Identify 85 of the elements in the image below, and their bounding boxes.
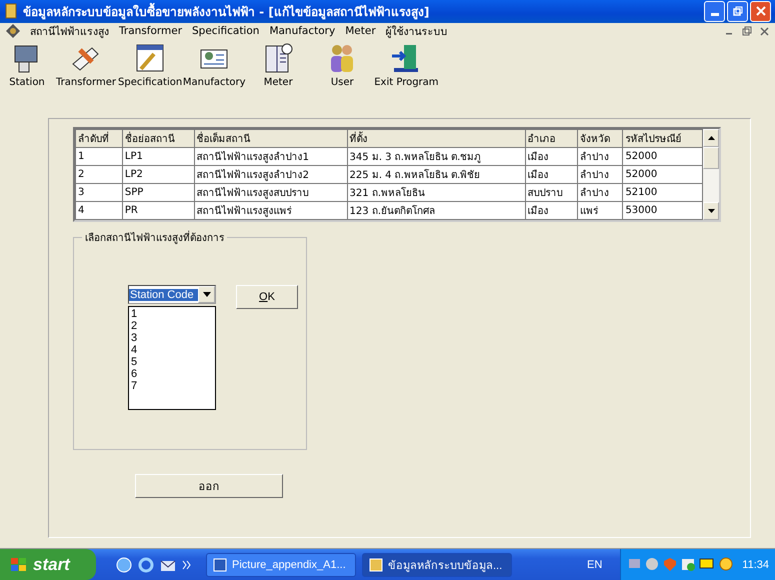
- close-icon[interactable]: [760, 26, 769, 36]
- restore-button[interactable]: [727, 0, 748, 22]
- toolbar-button[interactable]: Exit Program: [374, 42, 439, 88]
- table-cell: ลำปาง: [577, 166, 623, 184]
- restore-icon: [732, 6, 742, 16]
- restore-icon[interactable]: [742, 26, 752, 36]
- table-cell: เมือง: [525, 166, 578, 184]
- dropdown-option[interactable]: 5: [131, 356, 213, 368]
- table-cell: สบปราบ: [525, 184, 578, 202]
- window-title: ข้อมูลหลักระบบข้อมูลใบซื้อขายพลังงานไฟฟ้า - [แก้ไขข้อมูลสถานีไฟฟ้าแรงสูง]: [23, 2, 430, 21]
- up-arrow-icon: [708, 136, 714, 140]
- column-header[interactable]: ชื่อย่อสถานี: [122, 130, 194, 148]
- column-header[interactable]: อำเภอ: [525, 130, 578, 148]
- scrollbar[interactable]: [703, 129, 719, 220]
- minimize-button[interactable]: [704, 0, 725, 22]
- windows-flag-icon: [10, 556, 28, 572]
- table-cell: 2: [76, 166, 122, 184]
- taskbar-button[interactable]: ข้อมูลหลักระบบข้อมูล...: [362, 552, 512, 576]
- table-cell: เมือง: [525, 148, 578, 166]
- document-icon: [369, 558, 383, 572]
- clock: 11:34: [742, 558, 769, 570]
- column-header[interactable]: รหัสไปรษณีย์: [622, 130, 702, 148]
- group-label: เลือกสถานีไฟฟ้าแรงสูงที่ต้องการ: [82, 230, 227, 245]
- column-header[interactable]: จังหวัด: [577, 130, 623, 148]
- column-header[interactable]: ชื่อเต็มสถานี: [194, 130, 348, 148]
- toolbar-button[interactable]: Specification: [118, 42, 182, 88]
- close-button[interactable]: [750, 0, 771, 22]
- dropdown-option[interactable]: 1: [131, 308, 213, 320]
- close-icon: [756, 6, 766, 16]
- table-cell: แพร่: [577, 202, 623, 220]
- window-icon: [134, 42, 166, 74]
- table-cell: ลำปาง: [577, 184, 623, 202]
- chevron-icon[interactable]: [182, 560, 192, 570]
- toolbar-button[interactable]: User: [310, 42, 374, 88]
- column-header[interactable]: ที่ตั้ง: [347, 130, 526, 148]
- menu-item[interactable]: Transformer: [119, 25, 182, 38]
- document-icon: [213, 558, 227, 572]
- table-cell: 52100: [622, 184, 702, 202]
- caret-icon: [202, 292, 210, 297]
- language-indicator[interactable]: EN: [587, 558, 602, 570]
- down-arrow-icon: [708, 209, 714, 213]
- table-cell: สถานีไฟฟ้าแรงสูงลำปาง1: [194, 148, 348, 166]
- minimize-icon: [710, 12, 718, 16]
- table-cell: สถานีไฟฟ้าแรงสูงแพร่: [194, 202, 348, 220]
- start-button[interactable]: start: [0, 549, 96, 580]
- ok-button[interactable]: OK: [236, 285, 298, 309]
- table-cell: 225 ม. 4 ถ.พหลโยธิน ต.พิชัย: [347, 166, 526, 184]
- menu-item[interactable]: Manufactory: [269, 25, 336, 38]
- table-cell: LP1: [122, 148, 194, 166]
- exit-button[interactable]: ออก: [135, 474, 283, 498]
- table-cell: 123 ถ.ยันตกิตโกศล: [347, 202, 526, 220]
- table-cell: SPP: [122, 184, 194, 202]
- table-cell: 52000: [622, 148, 702, 166]
- dropdown-option[interactable]: 6: [131, 368, 213, 380]
- dropdown-option[interactable]: 4: [131, 344, 213, 356]
- table-cell: 52000: [622, 166, 702, 184]
- diamond-icon: [6, 24, 20, 38]
- app-icon: [4, 3, 18, 20]
- table-cell: เมือง: [525, 202, 578, 220]
- toolbar-button[interactable]: Transformer: [54, 42, 118, 88]
- menu-item[interactable]: Specification: [192, 25, 260, 38]
- toolbar-button[interactable]: Manufactory: [182, 42, 246, 88]
- menu-item[interactable]: Meter: [345, 25, 376, 38]
- taskbar-button[interactable]: Picture_appendix_A1...: [206, 552, 356, 576]
- toolbar-button[interactable]: Meter: [246, 42, 310, 88]
- table-cell: 1: [76, 148, 122, 166]
- column-header[interactable]: ลำดับที่: [76, 130, 122, 148]
- dropdown-option[interactable]: 3: [131, 332, 213, 344]
- table-cell: 53000: [622, 202, 702, 220]
- table-cell: 3: [76, 184, 122, 202]
- table-cell: สถานีไฟฟ้าแรงสูงสบปราบ: [194, 184, 348, 202]
- menu-item[interactable]: สถานีไฟฟ้าแรงสูง: [30, 22, 109, 40]
- table-cell: 345 ม. 3 ถ.พหลโยธิน ต.ชมภู: [347, 148, 526, 166]
- menu-item[interactable]: ผู้ใช้งานระบบ: [386, 22, 448, 40]
- dropdown-option[interactable]: 7: [131, 380, 213, 392]
- dropdown-option[interactable]: 2: [131, 320, 213, 332]
- table-cell: LP2: [122, 166, 194, 184]
- table-cell: 4: [76, 202, 122, 220]
- table-cell: PR: [122, 202, 194, 220]
- table-cell: 321 ถ.พหลโยธิน: [347, 184, 526, 202]
- station-code-dropdown[interactable]: Station Code: [128, 285, 216, 304]
- table-cell: สถานีไฟฟ้าแรงสูงลำปาง2: [194, 166, 348, 184]
- scrollbar-thumb[interactable]: [703, 147, 719, 169]
- table-cell: ลำปาง: [577, 148, 623, 166]
- toolbar-button[interactable]: Station: [0, 42, 54, 88]
